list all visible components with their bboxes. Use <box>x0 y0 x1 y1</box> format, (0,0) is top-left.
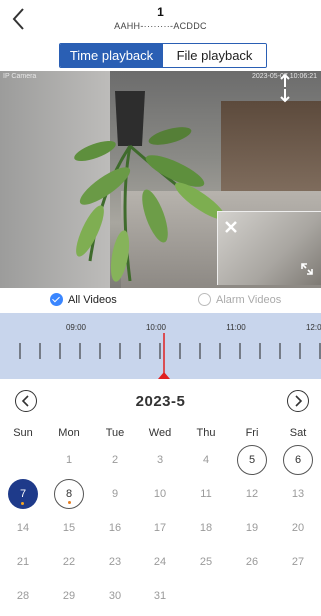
video-filter: All Videos Alarm Videos <box>0 289 321 311</box>
calendar-day[interactable]: 18 <box>191 513 221 543</box>
weekday-thu: Thu <box>196 427 216 439</box>
calendar-day[interactable]: 14 <box>8 513 38 543</box>
calendar-grid: 1 2 3 4 5 6 7 8 9 10 11 12 13 14 15 16 17 18 19 20 21 22 23 24 2… <box>0 445 321 616</box>
timeline-label-3: 12:00 <box>306 323 321 332</box>
calendar-day[interactable]: 23 <box>100 547 130 577</box>
calendar-day[interactable]: 9 <box>100 479 130 509</box>
calendar-day[interactable]: 28 <box>8 581 38 611</box>
calendar-day[interactable]: 26 <box>237 547 267 577</box>
header: 1 AAHH-········-ACDDC <box>0 0 321 40</box>
month-label: 2023-5 <box>135 393 186 410</box>
calendar-day[interactable]: 21 <box>8 547 38 577</box>
calendar-day[interactable]: 27 <box>283 547 313 577</box>
calendar-day[interactable]: 30 <box>100 581 130 611</box>
calendar-day[interactable]: 2 <box>100 445 130 475</box>
device-id: AAHH-········-ACDDC <box>114 21 207 31</box>
calendar-day[interactable]: 25 <box>191 547 221 577</box>
camera-label: IP Camera <box>3 73 37 80</box>
device-number: 1 <box>157 5 164 19</box>
expand-icon[interactable] <box>299 261 315 277</box>
calendar-day[interactable]: 5 <box>237 445 267 475</box>
timeline-cursor-pointer <box>158 372 170 379</box>
weekday-tue: Tue <box>105 427 125 439</box>
tab-file-playback[interactable]: File playback <box>163 44 266 67</box>
ptz-control-icon[interactable] <box>277 73 293 103</box>
weekday-sat: Sat <box>289 427 307 439</box>
calendar-day[interactable]: 6 <box>283 445 313 475</box>
calendar-day[interactable]: 24 <box>145 547 175 577</box>
calendar-day[interactable]: 16 <box>100 513 130 543</box>
playback-mode-switch: Time playback File playback <box>59 43 267 68</box>
recording-marker-icon <box>68 501 71 504</box>
recording-marker-icon <box>21 502 24 505</box>
calendar-day[interactable]: 10 <box>145 479 175 509</box>
pip-view[interactable] <box>217 211 321 285</box>
calendar-day[interactable]: 4 <box>191 445 221 475</box>
alarm-videos-radio[interactable]: Alarm Videos <box>198 293 281 306</box>
close-icon[interactable] <box>224 220 238 234</box>
calendar-day[interactable]: 17 <box>145 513 175 543</box>
calendar-day[interactable]: 15 <box>54 513 84 543</box>
calendar-day[interactable]: 22 <box>54 547 84 577</box>
timeline-scrubber[interactable]: 09:00 10:00 11:00 12:00 <box>0 313 321 379</box>
calendar-day[interactable]: 8 <box>54 479 84 509</box>
calendar-day[interactable]: 20 <box>283 513 313 543</box>
calendar-day[interactable]: 13 <box>283 479 313 509</box>
unchecked-icon <box>198 293 211 306</box>
calendar-day[interactable]: 11 <box>191 479 221 509</box>
calendar-day[interactable]: 19 <box>237 513 267 543</box>
next-month-button[interactable] <box>287 390 309 412</box>
timeline-label-2: 11:00 <box>226 323 246 332</box>
calendar-day[interactable]: 12 <box>237 479 267 509</box>
all-videos-label: All Videos <box>68 293 117 306</box>
alarm-videos-label: Alarm Videos <box>216 293 282 306</box>
weekday-fri: Fri <box>245 427 259 439</box>
calendar-day[interactable]: 31 <box>145 581 175 611</box>
chevron-right-icon <box>295 395 303 407</box>
tab-time-playback[interactable]: Time playback <box>60 44 163 67</box>
timeline-label-1: 10:00 <box>146 323 167 332</box>
calendar-day[interactable]: 29 <box>54 581 84 611</box>
weekday-mon: Mon <box>58 427 80 439</box>
calendar-day[interactable]: 1 <box>54 445 84 475</box>
checked-icon <box>50 293 63 306</box>
video-player[interactable]: IP Camera 2023-05-07 10:06:21 <box>0 71 321 288</box>
weekday-sun: Sun <box>13 427 33 439</box>
calendar-day[interactable]: 7 <box>8 479 38 509</box>
calendar-day[interactable]: 3 <box>145 445 175 475</box>
all-videos-radio[interactable]: All Videos <box>50 293 117 306</box>
timeline-label-0: 09:00 <box>66 323 87 332</box>
timeline-ruler: 09:00 10:00 11:00 12:00 <box>19 323 321 379</box>
weekday-row: Sun Mon Tue Wed Thu Fri Sat <box>0 427 321 443</box>
weekday-wed: Wed <box>148 427 172 439</box>
calendar-header: 2023-5 <box>0 386 321 420</box>
